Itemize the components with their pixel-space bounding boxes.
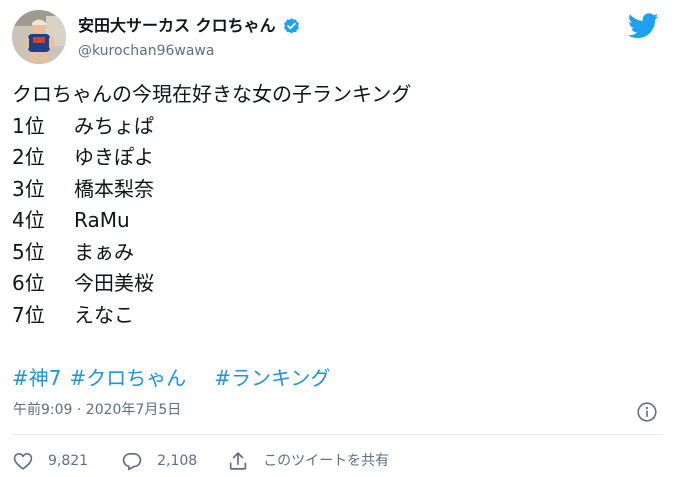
rank-name: RaMu <box>74 208 130 232</box>
rank-number: 5位 <box>12 239 45 264</box>
ranking-item: 3位 橋本梨奈 <box>12 174 411 206</box>
tweet-text: クロちゃんの今現在好きな女の子ランキング 1位 みちょぱ 2位 ゆきぽよ 3位 … <box>12 79 411 394</box>
hashtag-link[interactable]: #ランキング <box>214 366 330 390</box>
rank-name: まぁみ <box>74 239 134 264</box>
share-label: このツイートを共有 <box>263 453 390 469</box>
share-icon <box>230 452 247 470</box>
ranking-item: 7位 えなこ <box>12 300 411 332</box>
twitter-bird-icon[interactable] <box>628 13 659 39</box>
ranking-item: 4位 RaMu <box>12 205 411 237</box>
reply-count: 2,108 <box>157 453 198 469</box>
tweet-timestamp[interactable]: 午前9:09 · 2020年7月5日 <box>13 400 181 420</box>
rank-number: 2位 <box>12 145 45 169</box>
author-name-row[interactable]: 安田大サーカス クロちゃん <box>78 16 301 36</box>
reply-bubble-icon <box>122 453 142 471</box>
tweet-card: 安田大サーカス クロちゃん @kurochan96wawa クロちゃんの今現在好… <box>0 0 675 477</box>
display-name[interactable]: 安田大サーカス クロちゃん <box>78 16 276 36</box>
hashtag-link[interactable]: #神7 <box>12 366 61 390</box>
user-handle[interactable]: @kurochan96wawa <box>78 42 214 60</box>
tweet-heading: クロちゃんの今現在好きな女の子ランキング <box>12 82 412 106</box>
heart-icon <box>13 453 33 470</box>
rank-name: みちょぱ <box>74 113 154 138</box>
avatar[interactable] <box>12 10 66 64</box>
hashtag-link[interactable]: #クロちゃん <box>69 366 186 390</box>
rank-number: 3位 <box>12 176 45 201</box>
info-icon[interactable] <box>636 401 658 423</box>
reply-button[interactable]: 2,108 <box>121 450 197 472</box>
rank-name: 橋本梨奈 <box>74 176 154 201</box>
rank-number: 1位 <box>12 113 45 138</box>
divider <box>12 434 663 435</box>
rank-number: 4位 <box>12 208 45 232</box>
like-count: 9,821 <box>48 453 89 469</box>
rank-name: ゆきぽよ <box>74 145 154 169</box>
ranking-item: 2位 ゆきぽよ <box>12 142 411 174</box>
hashtag-row: #神7 #クロちゃん #ランキング <box>12 363 411 395</box>
ranking-item: 5位 まぁみ <box>12 237 411 269</box>
rank-number: 6位 <box>12 271 45 295</box>
ranking-item: 1位 みちょぱ <box>12 111 411 143</box>
avatar-image <box>12 10 66 64</box>
like-button[interactable]: 9,821 <box>12 450 88 472</box>
rank-number: 7位 <box>12 302 45 327</box>
action-bar: 9,821 2,108 このツイートを共有 <box>12 450 389 472</box>
rank-name: えなこ <box>74 302 134 327</box>
rank-name: 今田美桜 <box>74 271 154 295</box>
share-button[interactable]: このツイートを共有 <box>227 450 389 472</box>
verified-badge-icon <box>283 17 299 34</box>
ranking-item: 6位 今田美桜 <box>12 268 411 300</box>
